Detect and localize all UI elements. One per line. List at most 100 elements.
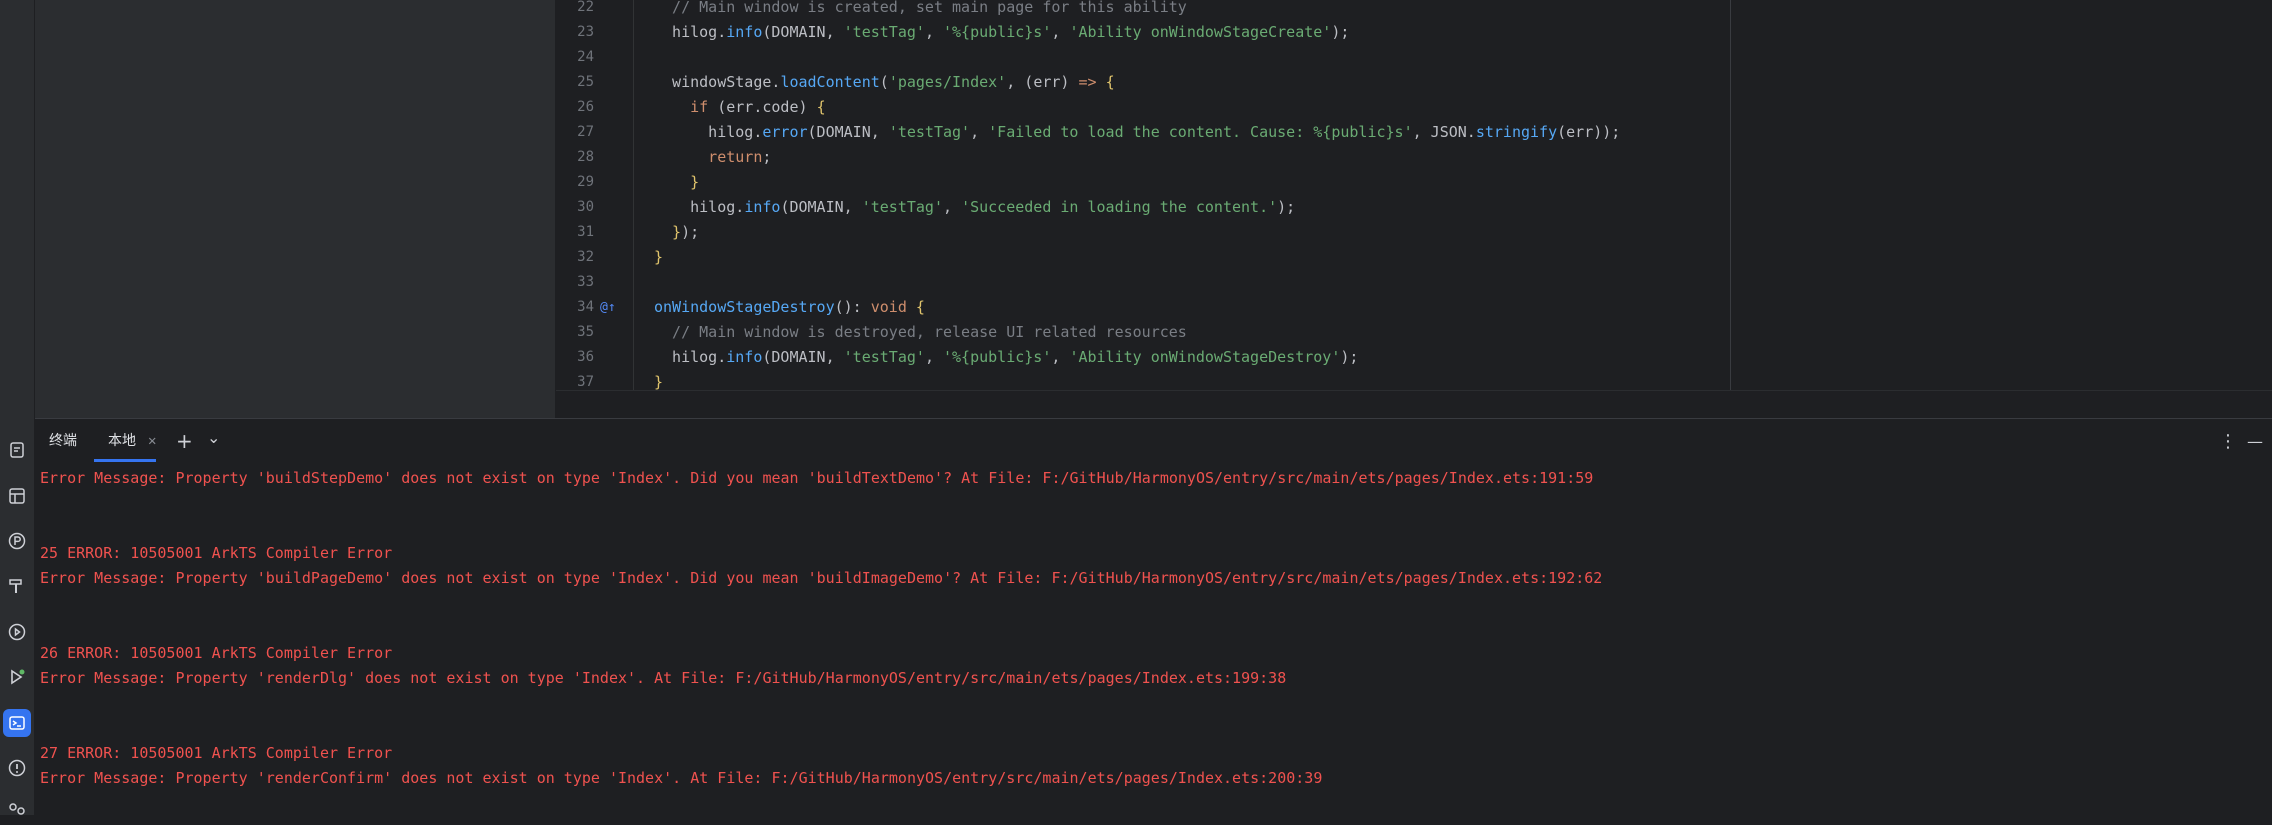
code-token: return — [654, 148, 763, 166]
code-text: hilog.info(DOMAIN, 'testTag', '%{public}… — [654, 345, 1358, 370]
settings-icon[interactable] — [3, 797, 31, 825]
code-token: (DOMAIN, — [807, 123, 889, 141]
code-token: 'Failed to load the content. Cause: %{pu… — [988, 123, 1413, 141]
new-tab-button[interactable]: + — [176, 419, 193, 464]
structure-icon[interactable] — [3, 482, 31, 510]
plugin-p-icon[interactable] — [3, 527, 31, 555]
code-line[interactable]: 29 } — [556, 170, 2272, 195]
code-line[interactable]: 25 windowStage.loadContent('pages/Index'… — [556, 70, 2272, 95]
code-token: 'Ability onWindowStageDestroy' — [1069, 348, 1341, 366]
code-token: (DOMAIN, — [762, 348, 844, 366]
line-number: 25 — [577, 74, 594, 90]
project-panel — [35, 0, 556, 418]
code-token: , — [943, 198, 962, 216]
code-token: 'Ability onWindowStageCreate' — [1069, 23, 1332, 41]
code-token: (DOMAIN, — [780, 198, 862, 216]
code-token: ( — [879, 73, 889, 91]
code-line[interactable]: 33 — [556, 270, 2272, 295]
bookmarks-icon[interactable] — [3, 436, 31, 464]
code-line[interactable]: 32} — [556, 245, 2272, 270]
code-line[interactable]: 23 hilog.info(DOMAIN, 'testTag', '%{publ… — [556, 20, 2272, 45]
code-token: , — [970, 123, 989, 141]
code-token: { — [915, 298, 925, 316]
code-line[interactable]: 31 }); — [556, 220, 2272, 245]
code-text: } — [654, 170, 699, 195]
terminal-line: Error Message: Property 'buildPageDemo' … — [40, 569, 1603, 587]
code-text: return; — [654, 145, 771, 170]
code-text: }); — [654, 220, 699, 245]
code-editor[interactable]: 22 // Main window is created, set main p… — [556, 0, 2272, 419]
more-options-icon[interactable]: ⋮ — [2219, 419, 2237, 464]
code-token: onWindowStageDestroy — [654, 298, 835, 316]
code-line[interactable]: 22 // Main window is created, set main p… — [556, 0, 2272, 20]
line-number: 29 — [577, 174, 594, 190]
code-line[interactable]: 27 hilog.error(DOMAIN, 'testTag', 'Faile… — [556, 120, 2272, 145]
code-token: , ( — [1006, 73, 1034, 91]
right-margin-guide — [1730, 0, 1731, 390]
chevron-down-icon[interactable]: ⌄ — [207, 415, 220, 460]
code-token: hilog. — [654, 348, 727, 366]
terminal-icon[interactable] — [3, 709, 31, 737]
code-token: '%{public}s' — [943, 23, 1052, 41]
code-text: // Main window is destroyed, release UI … — [654, 320, 1187, 345]
code-token: ); — [681, 223, 700, 241]
code-token: windowStage. — [654, 73, 781, 91]
code-token: (err)); — [1557, 123, 1621, 141]
run-icon[interactable] — [3, 663, 31, 691]
code-token: } — [654, 173, 700, 191]
terminal-line: 26 ERROR: 10505001 ArkTS Compiler Error — [40, 644, 393, 662]
code-token: 'testTag' — [888, 123, 971, 141]
line-number: 28 — [577, 149, 594, 165]
terminal-line: 27 ERROR: 10505001 ArkTS Compiler Error — [40, 744, 393, 762]
code-token: info — [726, 348, 763, 366]
activity-bar — [0, 0, 35, 815]
code-token: hilog. — [654, 123, 763, 141]
line-number: 33 — [577, 274, 594, 290]
code-token: info — [744, 198, 781, 216]
code-token: ) — [1060, 73, 1079, 91]
services-icon[interactable] — [3, 618, 31, 646]
line-number: 24 — [577, 49, 594, 65]
terminal-output[interactable]: Error Message: Property 'buildStepDemo' … — [35, 464, 2272, 815]
code-token: } — [654, 223, 682, 241]
code-text: windowStage.loadContent('pages/Index', (… — [654, 70, 1115, 95]
tab-terminal[interactable]: 终端 — [49, 419, 77, 464]
code-token: (err. — [708, 98, 763, 116]
code-token: ); — [1277, 198, 1296, 216]
line-number: 32 — [577, 249, 594, 265]
code-token: { — [1105, 73, 1115, 91]
editor-horizontal-scrollbar[interactable] — [556, 390, 2272, 419]
close-tab-icon[interactable]: ✕ — [148, 419, 156, 464]
problems-icon[interactable] — [3, 754, 31, 782]
code-token: hilog. — [654, 23, 727, 41]
code-text: if (err.code) { — [654, 95, 825, 120]
code-token: ; — [762, 148, 772, 166]
line-number: 27 — [577, 124, 594, 140]
code-line[interactable]: 35 // Main window is destroyed, release … — [556, 320, 2272, 345]
code-text: onWindowStageDestroy(): void { — [654, 295, 925, 320]
code-text: hilog.info(DOMAIN, 'testTag', 'Succeeded… — [654, 195, 1295, 220]
code-token: stringify — [1475, 123, 1558, 141]
terminal-line: Error Message: Property 'renderDlg' does… — [40, 669, 1287, 687]
line-number: 31 — [577, 224, 594, 240]
tab-local[interactable]: 本地 — [94, 419, 156, 464]
code-token: hilog. — [654, 198, 745, 216]
code-line[interactable]: 34 @↑ onWindowStageDestroy(): void { — [556, 295, 2272, 320]
minimize-icon[interactable]: — — [2247, 419, 2263, 464]
code-token: , — [924, 23, 943, 41]
build-hammer-icon[interactable] — [3, 572, 31, 600]
code-line[interactable]: 36 hilog.info(DOMAIN, 'testTag', '%{publ… — [556, 345, 2272, 370]
code-line[interactable]: 24 — [556, 45, 2272, 70]
line-number: 36 — [577, 349, 594, 365]
code-line[interactable]: 28 return; — [556, 145, 2272, 170]
code-token: ); — [1340, 348, 1359, 366]
line-number: 30 — [577, 199, 594, 215]
terminal-line: 25 ERROR: 10505001 ArkTS Compiler Error — [40, 544, 393, 562]
code-token: (DOMAIN, — [762, 23, 844, 41]
code-line[interactable]: 26 if (err.code) { — [556, 95, 2272, 120]
line-number: 23 — [577, 24, 594, 40]
override-method-icon[interactable]: @↑ — [600, 295, 618, 320]
code-token: info — [726, 23, 763, 41]
code-line[interactable]: 30 hilog.info(DOMAIN, 'testTag', 'Succee… — [556, 195, 2272, 220]
